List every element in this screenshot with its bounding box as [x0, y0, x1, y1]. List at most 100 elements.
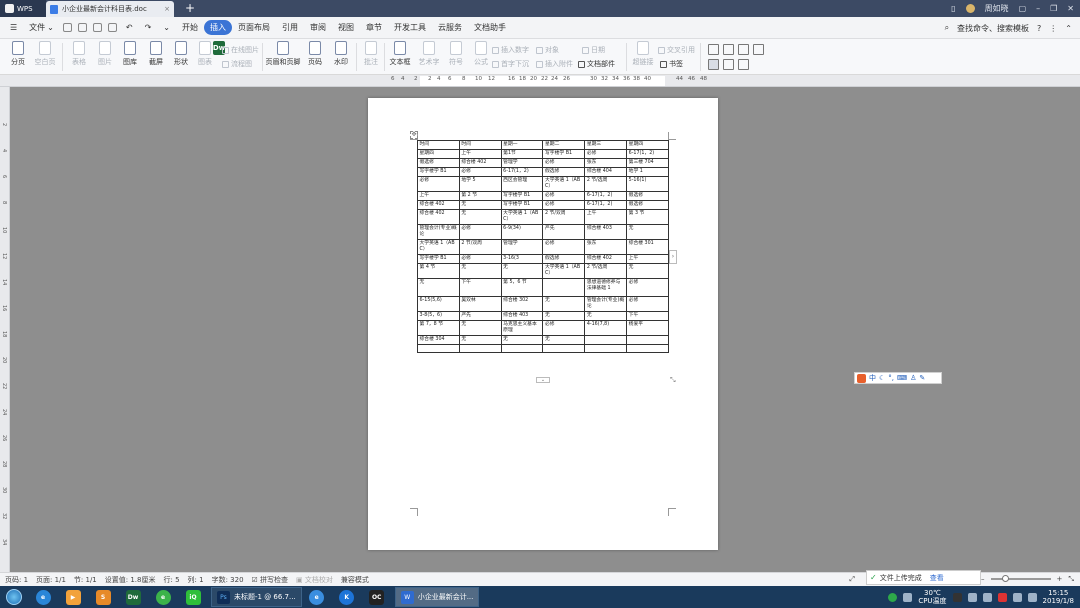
tab-doc-assistant[interactable]: 文档助手 — [468, 20, 512, 35]
table-cell[interactable]: 下午 — [626, 311, 669, 321]
table-cell[interactable]: 管理会计(专业)概论 — [584, 296, 628, 312]
tray-network-icon[interactable] — [967, 592, 977, 602]
taskbar-media[interactable]: ▶ — [58, 586, 88, 608]
page-break-button[interactable]: 分页 — [3, 41, 33, 73]
table-cell[interactable]: 2 节/双周 — [542, 209, 586, 225]
table-cell[interactable]: 思想道德修养与法律基础 1 — [584, 278, 628, 297]
tab-cloud[interactable]: 云服务 — [432, 20, 468, 35]
phone-icon[interactable]: ▯ — [951, 4, 955, 13]
table-cell[interactable]: 假选修 — [626, 191, 669, 201]
table-cell[interactable] — [626, 344, 669, 353]
table-cell[interactable]: 星期三 — [584, 140, 628, 150]
table-cell[interactable] — [542, 278, 586, 297]
table-cell[interactable]: 必修 — [458, 224, 502, 240]
table-cell[interactable]: 地学 5 — [458, 176, 502, 192]
table-cell[interactable]: 假选修 — [542, 167, 586, 177]
export-pdf-icon[interactable] — [107, 23, 117, 32]
textbox-button[interactable]: 文本框 — [385, 41, 415, 73]
online-image-button[interactable]: 在线图片 — [222, 45, 259, 55]
table-cell[interactable]: 6-17(1，2) — [584, 191, 628, 201]
attachment-button[interactable]: 插入附件 — [536, 59, 573, 69]
tab-references[interactable]: 引用 — [276, 20, 304, 35]
table-cell[interactable]: 严先 — [458, 311, 502, 321]
table-cell[interactable]: 综合楼 402 — [417, 209, 460, 225]
table-cell[interactable]: 2 节/选周 — [584, 263, 628, 279]
table-cell[interactable]: 无 — [542, 335, 586, 345]
file-menu[interactable]: 文件 ⌄ — [23, 20, 60, 35]
undo-icon[interactable]: ↶ — [120, 21, 139, 34]
table-cell[interactable]: 综合楼 304 — [417, 335, 460, 345]
table-cell[interactable]: 假选修 — [626, 200, 669, 210]
table-cell[interactable]: 地学 1 — [626, 167, 669, 177]
watermark-button[interactable]: 水印 — [326, 41, 356, 73]
fit-window-icon[interactable]: ⤡ — [1068, 575, 1074, 584]
status-page-number[interactable]: 页码: 1 — [5, 575, 28, 585]
table-cell[interactable]: 大学英语 1（ABC） — [500, 209, 544, 225]
table-cell[interactable]: 综合楼 402 — [584, 254, 628, 264]
table-cell[interactable]: 无 — [542, 311, 586, 321]
table-cell[interactable]: 无 — [500, 335, 544, 345]
table-cell[interactable]: 第三楼 704 — [626, 158, 669, 168]
taskbar-window-photoshop[interactable]: Ps 未标题-1 @ 66.7... — [211, 587, 302, 607]
table-cell[interactable]: 张东 — [584, 158, 628, 168]
table-cell[interactable]: 时间 — [417, 140, 460, 150]
preview-icon[interactable] — [92, 23, 102, 32]
table-cell[interactable]: 综合楼 402 — [458, 158, 502, 168]
ime-toolbar[interactable]: 中 ☾ °, ⌨ ♙ ✎ — [854, 372, 942, 384]
table-cell[interactable]: 星期四 — [417, 149, 460, 159]
tab-page-layout[interactable]: 页面布局 — [232, 20, 276, 35]
tab-developer[interactable]: 开发工具 — [388, 20, 432, 35]
two-page-view-icon[interactable] — [723, 59, 734, 70]
table-cell[interactable]: 时间 — [458, 140, 502, 150]
zoom-knob[interactable] — [1001, 575, 1009, 582]
search-icon[interactable]: ⌕ — [945, 23, 949, 33]
table-cell[interactable]: 第 3 节 — [626, 209, 669, 225]
table-cell[interactable]: 无 — [458, 335, 502, 345]
layout-view-icon[interactable] — [708, 44, 719, 55]
comment-button[interactable]: 批注 — [356, 41, 386, 73]
zoom-slider[interactable] — [990, 575, 1051, 582]
table-cell[interactable]: 无 — [458, 320, 502, 336]
close-tab-icon[interactable]: × — [164, 5, 170, 13]
minimize-icon[interactable]: – — [1036, 4, 1040, 13]
table-cell[interactable]: 6-15(5,6) — [417, 296, 460, 312]
table-cell[interactable]: 无 — [500, 263, 544, 279]
table-cell[interactable]: 无 — [458, 209, 502, 225]
table-cell[interactable]: 必修 — [542, 191, 586, 201]
table-cell[interactable]: 张东 — [584, 239, 628, 255]
tray-360-icon[interactable] — [888, 592, 898, 602]
table-cell[interactable]: 吴双林 — [458, 296, 502, 312]
table-resize-handle[interactable]: ⤡ — [670, 376, 678, 384]
table-cell[interactable]: 第1节 — [500, 149, 544, 159]
tab-view[interactable]: 视图 — [332, 20, 360, 35]
full-view-icon[interactable] — [738, 59, 749, 70]
table-cell[interactable]: 大学英语 1（ABC） — [417, 239, 460, 255]
table-cell[interactable]: 综合楼 402 — [417, 200, 460, 210]
taskbar-ocr[interactable]: OC — [362, 586, 392, 608]
hyperlink-button[interactable]: 超链接 — [628, 41, 658, 73]
table-cell[interactable]: 必修 — [626, 278, 669, 297]
taskbar-sublime[interactable]: S — [88, 586, 118, 608]
first-letter-button[interactable]: 首字下沉 — [492, 59, 529, 69]
insert-number-button[interactable]: 插入数字 — [492, 45, 529, 55]
table-cell[interactable]: 写字楼学 B1 — [500, 200, 544, 210]
tab-start[interactable]: 开始 — [176, 20, 204, 35]
table-cell[interactable]: 无 — [417, 278, 460, 297]
avatar[interactable] — [965, 4, 975, 13]
table-cell[interactable]: 大学英语 1（ABC） — [542, 263, 586, 279]
user-icon[interactable]: ♙ — [910, 374, 916, 382]
table-cell[interactable]: 写字楼学 B1 — [417, 167, 460, 177]
table-cell[interactable]: 无 — [584, 311, 628, 321]
vertical-ruler[interactable]: 2 4 6 8 10 12 14 16 18 20 22 24 26 28 30 32 34 — [0, 87, 10, 572]
table-cell[interactable]: 无 — [458, 200, 502, 210]
table-cell[interactable]: 上午 — [584, 209, 628, 225]
read-view-icon[interactable] — [753, 44, 764, 55]
table-cell[interactable]: 无 — [626, 224, 669, 240]
redo-icon[interactable]: ↷ — [139, 21, 158, 34]
punctuation-icon[interactable]: °, — [888, 374, 894, 382]
table-cell[interactable]: 假选修 — [417, 158, 460, 168]
art-text-button[interactable]: 艺术字 — [414, 41, 444, 73]
tray-app-icon[interactable] — [952, 592, 962, 602]
page-view-icon[interactable] — [708, 59, 719, 70]
table-cell[interactable]: 假选修 — [542, 254, 586, 264]
